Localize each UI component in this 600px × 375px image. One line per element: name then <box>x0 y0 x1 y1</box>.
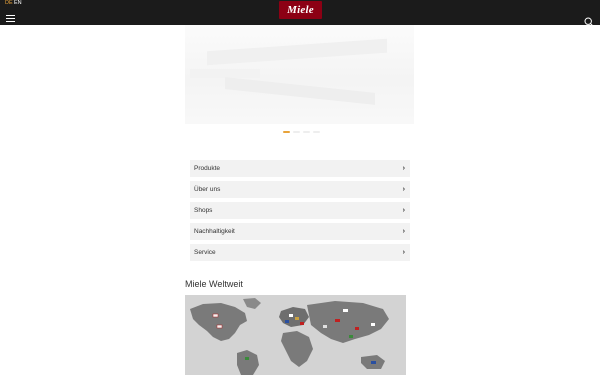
country-flag <box>343 309 348 312</box>
language-de[interactable]: DE <box>5 0 13 7</box>
chevron-right-icon: › <box>402 249 405 256</box>
nav-item-produkte[interactable]: Produkte › <box>190 160 410 177</box>
chevron-right-icon: › <box>402 186 405 193</box>
chevron-right-icon: › <box>402 207 405 214</box>
country-flag <box>323 325 327 328</box>
section-title-weltweit: Miele Weltweit <box>185 279 243 289</box>
country-flag <box>300 322 304 325</box>
top-bar: DE EN Miele <box>0 0 600 27</box>
carousel-dot[interactable] <box>293 131 300 133</box>
chevron-right-icon: › <box>402 165 405 172</box>
nav-item-label: Produkte <box>194 165 221 172</box>
chevron-right-icon: › <box>402 228 405 235</box>
nav-item-label: Shops <box>194 207 213 214</box>
nav-item-label: Über uns <box>194 186 221 193</box>
nav-item-label: Nachhaltigkeit <box>194 228 235 235</box>
search-icon[interactable] <box>584 14 594 27</box>
carousel-dot[interactable] <box>303 131 310 133</box>
country-flag <box>285 320 289 323</box>
miele-logo[interactable]: Miele <box>279 1 322 19</box>
country-flag <box>289 314 293 317</box>
country-flag <box>371 361 376 364</box>
country-flag <box>216 324 223 329</box>
country-flag <box>355 327 359 330</box>
country-flag <box>349 335 353 338</box>
carousel-dot[interactable] <box>313 131 320 133</box>
country-flag <box>295 317 299 320</box>
nav-item-nachhaltigkeit[interactable]: Nachhaltigkeit › <box>190 223 410 240</box>
country-flag <box>212 313 219 318</box>
country-flag <box>245 357 249 360</box>
country-flag <box>371 323 375 326</box>
nav-item-ueber-uns[interactable]: Über uns › <box>190 181 410 198</box>
nav-item-shops[interactable]: Shops › <box>190 202 410 219</box>
language-en[interactable]: EN <box>14 0 22 7</box>
world-map[interactable] <box>185 295 406 375</box>
hamburger-icon[interactable] <box>6 15 15 22</box>
nav-item-label: Service <box>194 249 216 256</box>
carousel-dot-active[interactable] <box>283 131 290 133</box>
country-flag <box>335 319 340 322</box>
hero-image <box>185 25 414 124</box>
nav-item-service[interactable]: Service › <box>190 244 410 261</box>
